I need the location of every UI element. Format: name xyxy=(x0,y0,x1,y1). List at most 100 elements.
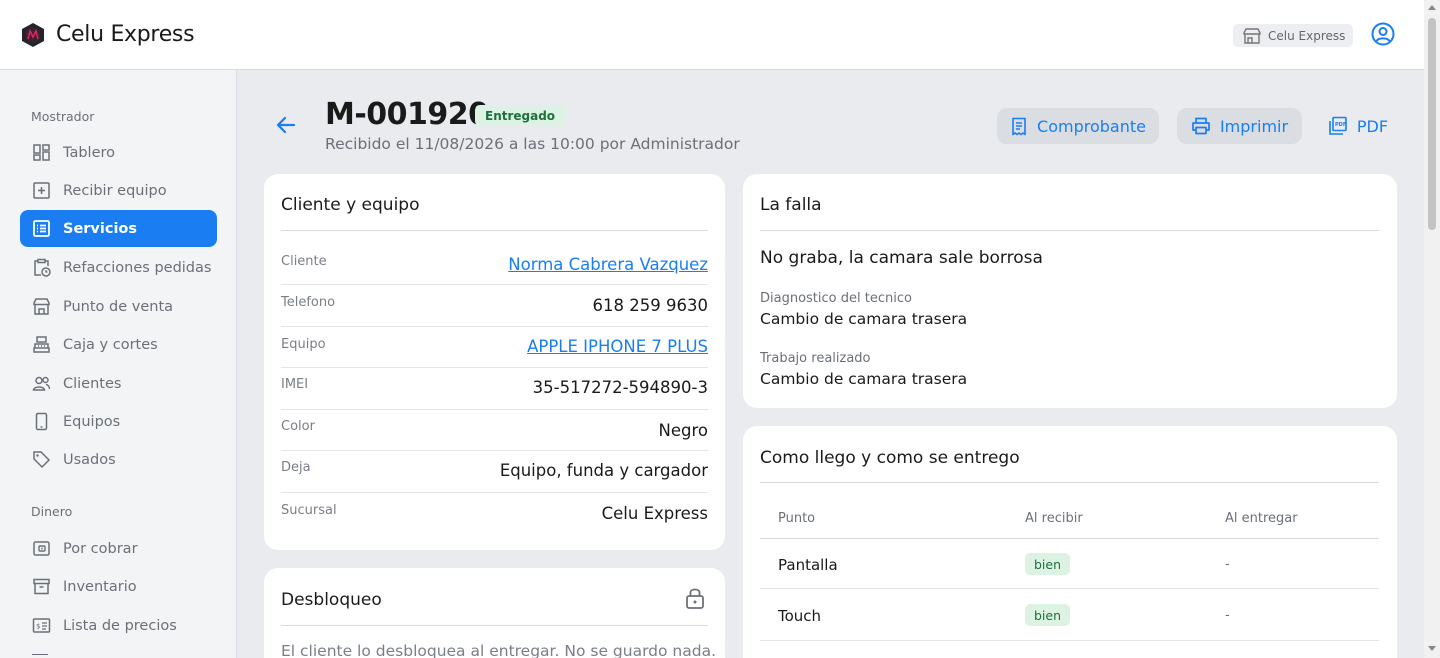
branch-row: Sucursal Celu Express xyxy=(281,493,708,533)
sidebar-item-tablero[interactable]: Tablero xyxy=(20,134,217,171)
table-row: Pantalla bien - xyxy=(760,538,1379,589)
sidebar-item-label: Lista de precios xyxy=(63,617,177,634)
received-status-badge: bien xyxy=(1025,553,1071,575)
user-account-icon[interactable] xyxy=(1371,22,1395,46)
card-title: La falla xyxy=(760,195,822,215)
pdf-button-label: PDF xyxy=(1356,116,1389,136)
scroll-down-arrow-icon[interactable] xyxy=(1428,646,1436,651)
scroll-up-arrow-icon[interactable] xyxy=(1428,5,1436,10)
svg-text:$: $ xyxy=(36,623,40,631)
branch-value: Celu Express xyxy=(601,504,708,523)
delivered-cell: - xyxy=(1225,608,1230,623)
sidebar-item-punto-de-venta[interactable]: Punto de venta xyxy=(20,288,217,325)
accessories-row: Deja Equipo, funda y cargador xyxy=(281,451,708,493)
printer-icon xyxy=(1192,117,1210,135)
phone-row: Telefono 618 259 9630 xyxy=(281,285,708,327)
phone-value: 618 259 9630 xyxy=(592,296,708,315)
receipt-button-label: Comprobante xyxy=(1037,116,1146,136)
column-header-received: Al recibir xyxy=(1025,511,1083,526)
field-label: IMEI xyxy=(281,377,309,392)
column-header-delivered: Al entregar xyxy=(1225,511,1298,526)
users-icon xyxy=(32,376,51,391)
print-button[interactable]: Imprimir xyxy=(1177,108,1302,144)
phone-icon xyxy=(35,412,48,431)
sidebar-item-label: Punto de venta xyxy=(63,298,174,315)
field-label: Sucursal xyxy=(281,503,337,518)
card-divider xyxy=(760,230,1379,231)
brand-logo-icon xyxy=(22,22,44,47)
sidebar: Mostrador Tablero Recibir equipo Servici… xyxy=(0,70,237,658)
sidebar-item-equipos[interactable]: Equipos xyxy=(20,403,217,440)
lock-icon xyxy=(686,588,704,609)
sidebar-item-inventario[interactable]: Inventario xyxy=(20,568,217,605)
work-done-value: Cambio de camara trasera xyxy=(760,370,968,388)
sidebar-item-label: Equipos xyxy=(63,413,121,430)
device-row: Equipo APPLE IPHONE 7 PLUS xyxy=(281,327,708,368)
cash-register-icon xyxy=(33,336,50,353)
order-id: M-001920 xyxy=(325,97,489,132)
price-list-icon: $ xyxy=(32,618,51,633)
receipt-button[interactable]: Comprobante xyxy=(997,108,1159,144)
sidebar-item-label: Por cobrar xyxy=(63,540,138,557)
imei-row: IMEI 35-517272-594890-3 xyxy=(281,368,708,410)
delivered-cell: - xyxy=(1225,557,1230,572)
back-arrow-icon[interactable] xyxy=(275,114,297,136)
point-cell: Pantalla xyxy=(778,556,838,574)
field-label: Deja xyxy=(281,460,311,475)
app-name: Celu Express xyxy=(56,22,195,47)
archive-icon xyxy=(33,578,50,595)
sidebar-next-item-icon xyxy=(32,654,48,658)
field-label: Cliente xyxy=(281,254,327,269)
status-badge: Entregado xyxy=(475,105,566,126)
sidebar-item-caja-y-cortes[interactable]: Caja y cortes xyxy=(20,326,217,363)
store-selector[interactable]: Celu Express xyxy=(1233,24,1353,47)
sidebar-item-clientes[interactable]: Clientes xyxy=(20,365,217,402)
condition-card: Como llego y como se entrego Punto Al re… xyxy=(743,426,1397,658)
svg-text:PDF: PDF xyxy=(1335,122,1346,128)
sidebar-item-label: Servicios xyxy=(63,220,138,237)
device-model-link[interactable]: APPLE IPHONE 7 PLUS xyxy=(527,337,708,356)
page-scrollbar[interactable] xyxy=(1424,0,1440,658)
sidebar-item-usados[interactable]: Usados xyxy=(20,441,217,478)
wallet-icon xyxy=(33,541,50,556)
pdf-button[interactable]: PDF PDF xyxy=(1320,108,1396,144)
diagnosis-value: Cambio de camara trasera xyxy=(760,310,968,328)
plus-square-icon xyxy=(33,182,50,199)
sidebar-item-label: Refacciones pedidas xyxy=(63,259,212,276)
card-divider xyxy=(281,625,708,626)
sidebar-item-lista-de-precios[interactable]: $ Lista de precios xyxy=(20,607,217,644)
scroll-thumb[interactable] xyxy=(1428,18,1436,230)
sidebar-item-label: Tablero xyxy=(63,144,116,161)
sidebar-item-refacciones-pedidas[interactable]: Refacciones pedidas xyxy=(20,249,217,286)
sidebar-item-por-cobrar[interactable]: Por cobrar xyxy=(20,530,217,567)
sidebar-section-dinero: Dinero xyxy=(31,504,73,519)
client-name-link[interactable]: Norma Cabrera Vazquez xyxy=(508,255,708,274)
list-icon xyxy=(33,220,50,237)
brand[interactable]: Celu Express xyxy=(20,22,195,48)
clipboard-clock-icon xyxy=(34,258,51,277)
column-header-point: Punto xyxy=(778,511,816,526)
sidebar-item-label: Inventario xyxy=(63,578,137,595)
store-icon xyxy=(1243,27,1261,44)
accessories-value: Equipo, funda y cargador xyxy=(499,461,708,480)
table-row: Touch bien - xyxy=(760,590,1379,641)
sidebar-item-servicios[interactable]: Servicios xyxy=(20,210,217,247)
point-cell: Touch xyxy=(778,607,822,625)
diagnosis-label: Diagnostico del tecnico xyxy=(760,291,912,306)
card-title: Como llego y como se entrego xyxy=(760,448,1020,468)
pdf-icon: PDF xyxy=(1329,116,1347,135)
top-bar: Celu Express Celu Express xyxy=(0,0,1424,70)
receipt-icon xyxy=(1012,117,1026,135)
sidebar-item-label: Clientes xyxy=(63,375,122,392)
received-status-badge: bien xyxy=(1025,604,1071,626)
sidebar-item-recibir-equipo[interactable]: Recibir equipo xyxy=(20,172,217,209)
store-icon xyxy=(33,298,50,315)
unlock-note: El cliente lo desbloquea al entregar. No… xyxy=(281,642,716,658)
work-done-label: Trabajo realizado xyxy=(760,351,871,366)
fault-card: La falla No graba, la camara sale borros… xyxy=(743,174,1397,408)
store-chip-label: Celu Express xyxy=(1268,28,1346,43)
sidebar-item-label: Usados xyxy=(63,451,116,468)
field-label: Telefono xyxy=(281,295,336,310)
order-subtitle: Recibido el 11/08/2026 a las 10:00 por A… xyxy=(325,135,740,153)
sidebar-item-label: Caja y cortes xyxy=(63,336,158,353)
